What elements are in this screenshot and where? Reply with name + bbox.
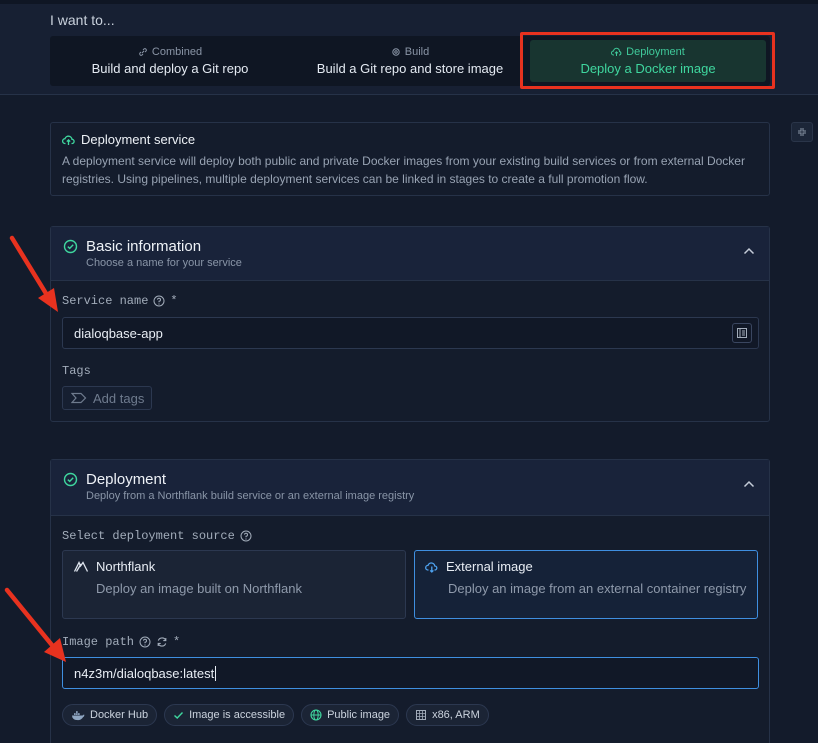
help-icon[interactable] xyxy=(139,636,151,648)
deployment-header[interactable]: Deployment Deploy from a Northflank buil… xyxy=(51,460,769,516)
annotation-arrow xyxy=(9,235,58,312)
source-description: Deploy an image from an external contain… xyxy=(448,581,747,596)
help-icon[interactable] xyxy=(240,530,252,542)
chip-accessible: Image is accessible xyxy=(164,704,295,726)
tags-label: Tags xyxy=(62,364,91,378)
image-status-chips: Docker Hub Image is accessible Public im… xyxy=(62,704,489,726)
cloud-upload-icon xyxy=(62,135,75,145)
option-caption: Build xyxy=(404,46,430,58)
check-circle-icon xyxy=(63,239,78,254)
option-label: Build a Git repo and store image xyxy=(316,61,504,76)
deployment-source-label: Select deployment source xyxy=(62,529,252,543)
section-subtitle: Deploy from a Northflank build service o… xyxy=(86,490,415,502)
required-mark: * xyxy=(170,294,178,308)
option-caption: Combined xyxy=(151,46,203,58)
chip-architecture: x86, ARM xyxy=(406,704,489,726)
refresh-icon[interactable] xyxy=(156,636,168,648)
help-icon[interactable] xyxy=(153,295,165,307)
collapse-icon xyxy=(798,128,806,136)
deployment-section: Deployment Deploy from a Northflank buil… xyxy=(50,459,770,743)
basic-information-section: Basic information Choose a name for your… xyxy=(50,226,770,422)
source-title: External image xyxy=(446,559,533,574)
highlight-box xyxy=(520,32,775,89)
info-title: Deployment service xyxy=(81,132,196,147)
globe-icon xyxy=(310,709,322,721)
tag-icon xyxy=(71,392,87,404)
chip-public: Public image xyxy=(301,704,400,726)
check-circle-icon xyxy=(63,472,78,487)
service-name-label: Service name * xyxy=(62,294,178,308)
info-description: A deployment service will deploy both pu… xyxy=(62,154,745,186)
image-path-label: Image path * xyxy=(62,635,181,649)
section-subtitle: Choose a name for your service xyxy=(86,257,242,269)
section-title: Basic information xyxy=(86,238,202,255)
source-title: Northflank xyxy=(96,559,156,574)
northflank-logo-icon xyxy=(73,560,89,572)
section-title: Deployment xyxy=(86,471,167,488)
docker-icon xyxy=(71,710,85,720)
option-combined[interactable]: Combined Build and deploy a Git repo xyxy=(50,36,290,86)
gear-icon xyxy=(392,48,400,56)
link-icon xyxy=(139,48,147,56)
basic-information-header[interactable]: Basic information Choose a name for your… xyxy=(51,227,769,281)
service-name-input[interactable]: dialoqbase-app xyxy=(62,317,759,349)
collapse-button[interactable] xyxy=(791,122,813,142)
cloud-download-icon xyxy=(425,561,438,573)
chip-registry: Docker Hub xyxy=(62,704,158,726)
add-tags-button[interactable]: Add tags xyxy=(62,386,152,410)
chevron-up-icon[interactable] xyxy=(743,247,755,255)
source-northflank[interactable]: Northflank Deploy an image built on Nort… xyxy=(62,550,406,619)
option-build[interactable]: Build Build a Git repo and store image xyxy=(290,36,530,86)
i-want-to-label: I want to... xyxy=(50,12,115,28)
source-external-image[interactable]: External image Deploy an image from an e… xyxy=(414,550,758,619)
form-fill-icon[interactable] xyxy=(732,323,752,343)
image-path-input[interactable]: n4z3m/dialoqbase:latest xyxy=(62,657,759,689)
service-type-bar: I want to... Combined Build and deploy a… xyxy=(0,0,818,95)
source-description: Deploy an image built on Northflank xyxy=(96,581,302,596)
chevron-up-icon[interactable] xyxy=(743,480,755,488)
text-caret xyxy=(215,665,217,681)
cpu-icon xyxy=(416,710,427,720)
check-icon xyxy=(174,711,184,719)
required-mark: * xyxy=(173,635,181,649)
deployment-service-info: Deployment service A deployment service … xyxy=(50,122,770,196)
option-label: Build and deploy a Git repo xyxy=(91,61,249,76)
annotation-arrow xyxy=(4,587,66,662)
